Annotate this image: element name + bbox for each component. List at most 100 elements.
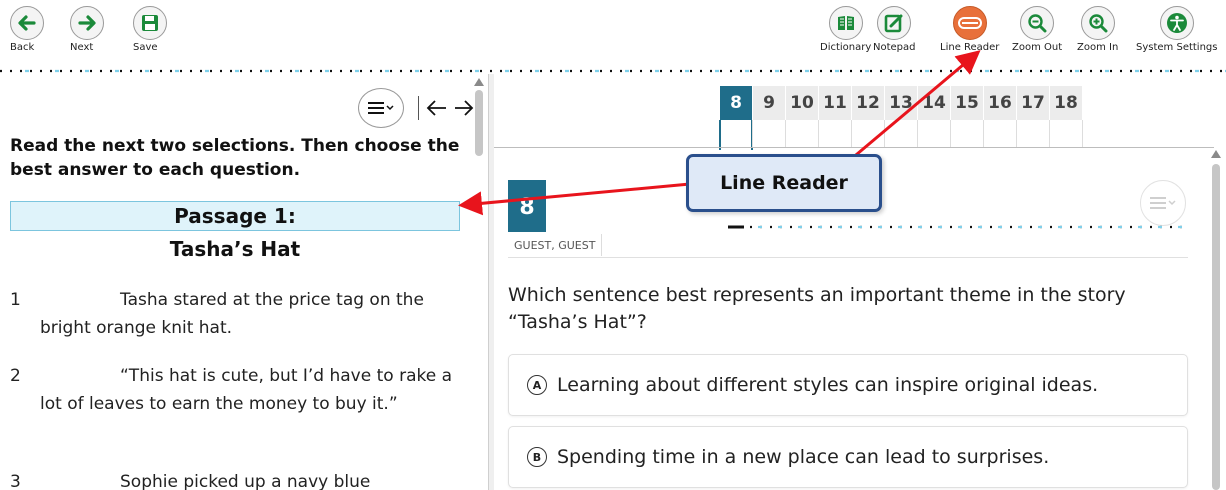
tab-label: 14 — [922, 93, 946, 113]
question-menu-button[interactable] — [1140, 180, 1186, 226]
tab-question-8[interactable]: 8 — [719, 86, 753, 150]
passage-title: Tasha’s Hat — [169, 237, 301, 261]
zoom-out-label: Zoom Out — [1012, 42, 1063, 53]
scroll-up-arrow-icon[interactable] — [1211, 150, 1221, 158]
hamburger-icon — [368, 102, 394, 114]
tab-label: 18 — [1054, 93, 1078, 113]
notepad-icon — [877, 6, 912, 40]
tab-tail — [884, 120, 918, 148]
dictionary-button[interactable]: Dictionary — [820, 6, 871, 53]
arrow-left-icon — [10, 6, 44, 40]
user-name-label: GUEST, GUEST — [508, 234, 603, 256]
arrow-right-icon — [70, 6, 104, 40]
save-label: Save — [133, 42, 158, 53]
tab-question-16[interactable]: 16 — [983, 86, 1017, 148]
line-reader-label: Line Reader — [940, 42, 1000, 53]
question-card: 8 GUEST, GUEST Which sentence best repre… — [508, 180, 1188, 490]
tab-label: 12 — [856, 93, 880, 113]
scroll-thumb[interactable] — [1212, 164, 1220, 490]
tab-question-17[interactable]: 17 — [1016, 86, 1050, 148]
zoom-out-icon — [1020, 6, 1055, 40]
option-letter-a: A — [527, 375, 547, 395]
tab-question-14[interactable]: 14 — [917, 86, 951, 148]
passage-banner: Passage 1: — [10, 201, 460, 231]
passage-pane: Read the next two selections. Then choos… — [0, 74, 488, 490]
system-settings-button[interactable]: System Settings — [1136, 6, 1217, 53]
question-text: Which sentence best represents an import… — [508, 284, 1126, 333]
next-button[interactable]: Next — [70, 6, 104, 53]
tab-question-15[interactable]: 15 — [950, 86, 984, 148]
passage-menu-button[interactable] — [358, 88, 404, 128]
tab-tail — [983, 120, 1017, 148]
tab-label: 11 — [823, 93, 847, 113]
tab-label: 9 — [763, 93, 775, 113]
back-button[interactable]: Back — [10, 6, 44, 53]
paragraph-text: Sophie picked up a navy blue — [120, 472, 371, 490]
dictionary-label: Dictionary — [820, 42, 872, 53]
answer-option-a[interactable]: A Learning about different styles can in… — [508, 354, 1188, 416]
next-label: Next — [70, 42, 94, 53]
zoom-out-button[interactable]: Zoom Out — [1012, 6, 1062, 53]
tab-question-18[interactable]: 18 — [1049, 86, 1083, 148]
passage-instructions: Read the next two selections. Then choos… — [10, 136, 460, 180]
tab-tail — [851, 120, 885, 148]
tab-label: 15 — [955, 93, 979, 113]
accessibility-icon — [1159, 6, 1194, 40]
hamburger-icon — [1150, 197, 1176, 209]
tab-tail — [1016, 120, 1050, 148]
zoom-in-button[interactable]: Zoom In — [1077, 6, 1118, 53]
tab-question-11[interactable]: 11 — [818, 86, 852, 148]
book-icon — [828, 6, 863, 40]
paragraph-number: 3 — [10, 472, 21, 490]
passage-paragraph: 1 Tasha stared at the price tag on the b… — [10, 286, 460, 342]
question-scrollbar[interactable] — [1210, 150, 1222, 490]
tab-tail — [752, 120, 786, 148]
system-settings-label: System Settings — [1136, 42, 1218, 53]
back-label: Back — [10, 42, 35, 53]
option-text: Spending time in a new place can lead to… — [557, 446, 1050, 468]
tab-label: 10 — [790, 93, 814, 113]
passage-paragraph: 3 Sophie picked up a navy blue — [10, 468, 460, 490]
passage-paragraph: 2 “This hat is cute, but I’d have to rak… — [10, 362, 460, 418]
question-number-badge: 8 — [508, 180, 546, 232]
tab-label: 16 — [988, 93, 1012, 113]
option-text: Learning about different styles can insp… — [557, 374, 1099, 396]
tab-tail — [1049, 120, 1083, 148]
save-button[interactable]: Save — [133, 6, 167, 53]
paragraph-number: 1 — [10, 290, 21, 310]
tab-tail — [950, 120, 984, 148]
notepad-button[interactable]: Notepad — [873, 6, 916, 53]
answer-option-b[interactable]: B Spending time in a new place can lead … — [508, 426, 1188, 488]
tab-question-13[interactable]: 13 — [884, 86, 918, 148]
toolbar: Back Next Save Dictionary Notepad Line R… — [0, 0, 1226, 74]
question-tabs: 8 9 10 11 12 13 14 15 16 17 18 — [719, 86, 1083, 150]
question-line-reader-rule — [728, 225, 1188, 229]
tab-question-9[interactable]: 9 — [752, 86, 786, 148]
option-letter-b: B — [527, 447, 547, 467]
tab-question-12[interactable]: 12 — [851, 86, 885, 148]
paragraph-text: “This hat is cute, but I’d have to rake … — [40, 366, 453, 414]
scroll-thumb[interactable] — [475, 90, 483, 156]
tab-tail — [785, 120, 819, 148]
line-reader-callout: Line Reader — [686, 154, 882, 212]
paragraph-text: Tasha stared at the price tag on the bri… — [40, 290, 424, 338]
scroll-up-arrow-icon[interactable] — [474, 78, 484, 86]
tab-question-10[interactable]: 10 — [785, 86, 819, 148]
save-icon — [133, 6, 167, 40]
arrow-left-icon — [426, 100, 446, 116]
line-reader-icon — [952, 6, 987, 40]
pane-divider[interactable] — [488, 74, 494, 490]
tabs-divider — [494, 147, 1214, 148]
question-header-rule — [508, 257, 1188, 258]
zoom-in-label: Zoom In — [1077, 42, 1119, 53]
tab-label: 13 — [889, 93, 913, 113]
passage-scrollbar[interactable] — [474, 78, 484, 490]
notepad-label: Notepad — [873, 42, 916, 53]
tab-tail — [917, 120, 951, 148]
zoom-in-icon — [1080, 6, 1115, 40]
pane-collapse-control[interactable] — [418, 94, 477, 124]
tab-label: 8 — [730, 93, 742, 113]
tab-tail — [818, 120, 852, 148]
line-reader-button[interactable]: Line Reader — [940, 6, 999, 53]
pane-separator — [418, 96, 419, 120]
